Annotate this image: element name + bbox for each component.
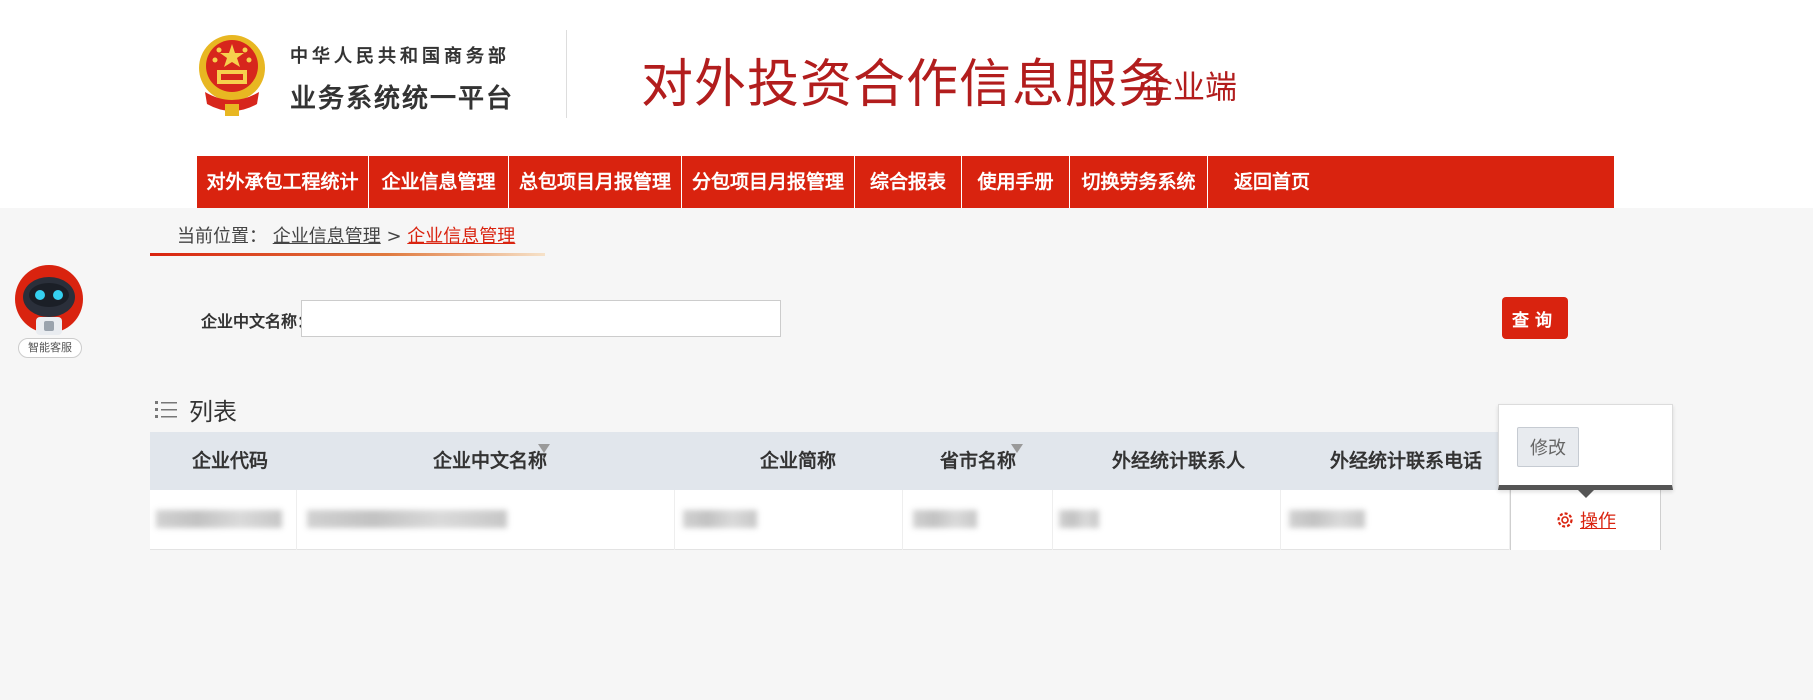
cell-province <box>903 490 1053 550</box>
company-name-input[interactable] <box>301 300 781 337</box>
cell-company-code <box>150 490 297 550</box>
site-title: 对外投资合作信息服务 <box>641 55 1172 115</box>
cell-contact <box>1053 490 1281 550</box>
cell-contact-phone <box>1281 490 1510 550</box>
nav-item-reports[interactable]: 综合报表 <box>855 156 962 208</box>
header-divider <box>566 30 567 118</box>
company-name-label: 企业中文名称： <box>201 312 314 331</box>
nav-item-sub-project-monthly[interactable]: 分包项目月报管理 <box>682 156 855 208</box>
action-label[interactable]: 操作 <box>1580 507 1616 533</box>
list-title: 列表 <box>189 398 237 426</box>
column-header-short-name[interactable]: 企业简称 <box>760 432 836 490</box>
breadcrumb: 当前位置： 企业信息管理 > 企业信息管理 <box>177 222 515 248</box>
cell-action: 操作 <box>1510 490 1661 550</box>
column-header-province[interactable]: 省市名称 <box>940 432 1016 490</box>
sort-caret-icon[interactable] <box>1011 444 1023 453</box>
gear-icon <box>1557 512 1573 528</box>
cell-short-name <box>675 490 903 550</box>
breadcrumb-separator: > <box>386 226 402 247</box>
edit-button[interactable]: 修改 <box>1517 427 1579 467</box>
table-row: 操作 <box>150 490 1661 550</box>
main-navbar: 对外承包工程统计 企业信息管理 总包项目月报管理 分包项目月报管理 综合报表 使… <box>197 156 1614 208</box>
nav-item-manual[interactable]: 使用手册 <box>962 156 1070 208</box>
popover-arrow <box>1576 488 1596 498</box>
nav-item-main-project-monthly[interactable]: 总包项目月报管理 <box>509 156 682 208</box>
column-header-contact-phone[interactable]: 外经统计联系电话 <box>1330 432 1482 490</box>
column-header-company-name[interactable]: 企业中文名称 <box>433 432 547 490</box>
list-header: 列表 <box>155 392 237 427</box>
nav-item-switch-labor-system[interactable]: 切换劳务系统 <box>1070 156 1208 208</box>
nav-item-home[interactable]: 返回首页 <box>1208 156 1336 208</box>
ministry-name: 中华人民共和国商务部 <box>290 46 510 67</box>
action-popover: 修改 <box>1498 404 1673 490</box>
breadcrumb-underline <box>150 253 545 256</box>
table-header-row: 企业代码 企业中文名称 企业简称 省市名称 外经统计联系人 外经统计联系电话 <box>150 432 1661 490</box>
nav-item-company-info[interactable]: 企业信息管理 <box>369 156 509 208</box>
chatbot-label[interactable]: 智能客服 <box>18 338 82 358</box>
company-table: 企业代码 企业中文名称 企业简称 省市名称 外经统计联系人 外经统计联系电话 操… <box>150 432 1661 550</box>
nav-item-contracting-stats[interactable]: 对外承包工程统计 <box>197 156 369 208</box>
page-header: 中华人民共和国商务部 业务系统统一平台 对外投资合作信息服务 企业端 对外承包工… <box>0 0 1813 208</box>
list-icon <box>155 400 177 418</box>
column-header-company-code[interactable]: 企业代码 <box>192 432 268 490</box>
cell-company-name <box>297 490 675 550</box>
platform-name: 业务系统统一平台 <box>290 84 515 114</box>
column-header-contact[interactable]: 外经统计联系人 <box>1112 432 1245 490</box>
breadcrumb-prefix: 当前位置： <box>177 226 267 247</box>
site-subtitle: 企业端 <box>1141 68 1238 106</box>
breadcrumb-parent-link[interactable]: 企业信息管理 <box>273 226 381 247</box>
query-button[interactable]: 查询 <box>1502 297 1568 339</box>
breadcrumb-current[interactable]: 企业信息管理 <box>407 226 515 247</box>
action-button[interactable]: 操作 <box>1555 507 1616 533</box>
national-emblem-icon <box>199 35 265 116</box>
sort-caret-icon[interactable] <box>538 444 550 453</box>
